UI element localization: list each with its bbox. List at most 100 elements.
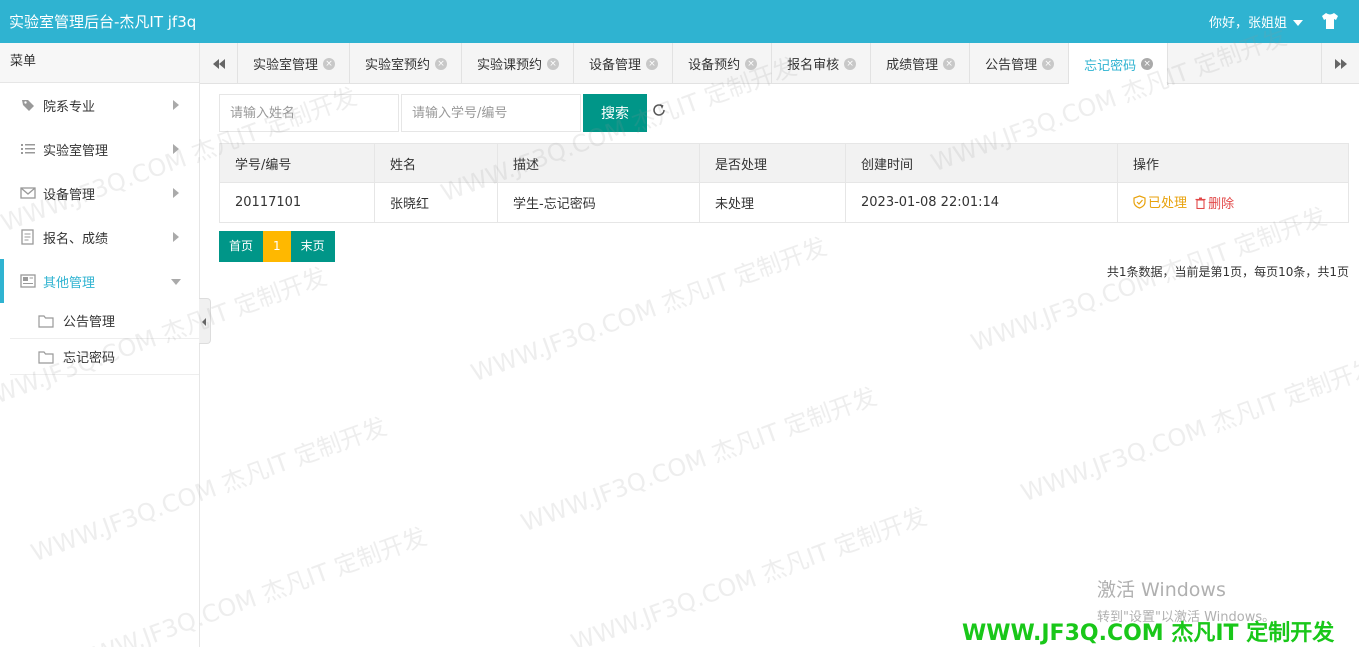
close-icon[interactable]: × <box>323 57 336 70</box>
tab-label: 实验课预约 <box>477 58 543 73</box>
tab-label: 成绩管理 <box>886 58 939 73</box>
shield-check-icon <box>1133 195 1146 209</box>
column-header: 操作 <box>1117 143 1349 183</box>
tab-label: 设备管理 <box>589 58 642 73</box>
delete-button[interactable]: 删除 <box>1195 193 1234 212</box>
pagination: 首页 1 末页 <box>219 231 335 262</box>
tab-bar: 实验室管理 × 实验室预约 × 实验课预约 × 设备管理 × 设备预约 × 报名审核 × 成… <box>200 43 1359 85</box>
tab-grade-management[interactable]: 成绩管理 × <box>871 43 971 84</box>
cell-name: 张晓红 <box>374 182 498 223</box>
tab-label: 报名审核 <box>787 58 840 73</box>
refresh-icon[interactable] <box>651 102 667 118</box>
close-icon[interactable]: × <box>943 57 956 70</box>
column-header: 是否处理 <box>699 143 846 183</box>
chevron-right-icon <box>173 232 179 242</box>
close-icon[interactable]: × <box>844 57 857 70</box>
tab-forgot-password[interactable]: 忘记密码 × <box>1069 43 1169 85</box>
cell-actions: 已处理 删除 <box>1117 182 1349 223</box>
chevron-down-icon <box>171 279 181 285</box>
theme-shirt-icon[interactable] <box>1319 11 1341 31</box>
tab-scroll-right-button[interactable] <box>1321 43 1359 84</box>
first-page-button[interactable]: 首页 <box>219 231 264 262</box>
chevron-right-icon <box>173 100 179 110</box>
sidebar-item-departments[interactable]: 院系专业 <box>0 83 199 127</box>
sidebar-item-label: 其他管理 <box>43 275 96 291</box>
tab-lab-management[interactable]: 实验室管理 × <box>238 43 351 84</box>
sidebar-item-equipment[interactable]: 设备管理 <box>0 171 199 215</box>
close-icon[interactable]: × <box>646 57 659 70</box>
trash-icon <box>1195 197 1206 209</box>
last-page-button[interactable]: 末页 <box>290 231 335 262</box>
tab-label: 忘记密码 <box>1084 58 1137 74</box>
close-icon[interactable]: × <box>745 57 758 70</box>
sidebar-subitem-label: 公告管理 <box>63 315 116 330</box>
folder-icon <box>38 314 54 328</box>
sidebar-item-label: 报名、成绩 <box>43 231 109 247</box>
close-icon[interactable]: × <box>1042 57 1055 70</box>
brand-banner: WWW.JF3Q.COM 杰凡IT 定制开发 <box>962 621 1335 646</box>
table-header-row: 学号/编号 姓名 描述 是否处理 创建时间 操作 <box>219 143 1349 183</box>
tab-equipment-reservation[interactable]: 设备预约 × <box>673 43 773 84</box>
current-page-button[interactable]: 1 <box>263 231 291 262</box>
table-row: 20117101 张晓红 学生-忘记密码 未处理 2023-01-08 22:0… <box>219 182 1349 223</box>
tab-class-reservation[interactable]: 实验课预约 × <box>462 43 575 84</box>
pagination-summary: 共1条数据，当前是第1页，每页10条，共1页 <box>1106 265 1349 279</box>
tab-label: 公告管理 <box>985 58 1038 73</box>
column-header: 姓名 <box>374 143 498 183</box>
folder-icon <box>38 350 54 364</box>
sidebar-menu-title: 菜单 <box>0 43 199 83</box>
cell-description: 学生-忘记密码 <box>497 182 700 223</box>
close-icon[interactable]: × <box>1141 58 1154 70</box>
tab-registration-review[interactable]: 报名审核 × <box>772 43 872 84</box>
chevron-down-icon <box>1293 19 1303 26</box>
sidebar-item-other[interactable]: 其他管理 <box>0 259 199 303</box>
list-icon <box>21 144 35 154</box>
data-table: 学号/编号 姓名 描述 是否处理 创建时间 操作 20117101 张晓红 学生… <box>219 143 1349 223</box>
column-header: 创建时间 <box>845 143 1118 183</box>
cell-status: 未处理 <box>699 182 846 223</box>
column-header: 学号/编号 <box>219 143 375 183</box>
search-button[interactable]: 搜索 <box>583 94 647 132</box>
close-icon[interactable]: × <box>435 57 448 70</box>
tab-list: 实验室管理 × 实验室预约 × 实验课预约 × 设备管理 × 设备预约 × 报名审核 × 成… <box>238 43 1169 85</box>
id-search-input[interactable] <box>401 94 581 132</box>
document-icon <box>21 229 34 245</box>
name-search-input[interactable] <box>219 94 399 132</box>
mail-icon <box>20 187 36 199</box>
tab-lab-reservation[interactable]: 实验室预约 × <box>350 43 463 84</box>
tab-label: 实验室预约 <box>365 58 431 73</box>
sidebar-item-registration[interactable]: 报名、成绩 <box>0 215 199 259</box>
activation-title: 激活 Windows <box>1097 579 1226 601</box>
tab-announcements[interactable]: 公告管理 × <box>970 43 1070 84</box>
column-header: 描述 <box>497 143 700 183</box>
user-menu[interactable]: 你好，张姐姐 <box>1209 12 1303 31</box>
top-header: 实验室管理后台-杰凡IT jf3q 你好，张姐姐 <box>0 0 1359 43</box>
tab-label: 设备预约 <box>688 58 741 73</box>
cell-id: 20117101 <box>219 182 375 223</box>
sidebar-item-label: 院系专业 <box>43 99 96 115</box>
chevron-right-icon <box>173 144 179 154</box>
sidebar-item-label: 实验室管理 <box>43 143 109 159</box>
user-greeting: 你好，张姐姐 <box>1208 16 1287 31</box>
tab-scroll-left-button[interactable] <box>200 43 238 84</box>
double-chevron-left-icon <box>212 58 225 69</box>
newspaper-icon <box>20 274 36 288</box>
chevron-right-icon <box>173 188 179 198</box>
app-title: 实验室管理后台-杰凡IT jf3q <box>9 13 197 31</box>
tab-equipment-management[interactable]: 设备管理 × <box>574 43 674 84</box>
sidebar-subitem-forgot-password[interactable]: 忘记密码 <box>10 339 199 375</box>
mark-processed-button[interactable]: 已处理 <box>1133 192 1187 211</box>
sidebar-subitem-label: 忘记密码 <box>63 351 116 366</box>
delete-label: 删除 <box>1208 197 1235 213</box>
close-icon[interactable]: × <box>547 57 560 70</box>
cell-created: 2023-01-08 22:01:14 <box>845 182 1118 223</box>
tab-label: 实验室管理 <box>253 58 319 73</box>
tag-icon <box>22 100 34 111</box>
sidebar-item-label: 设备管理 <box>43 187 96 203</box>
mark-processed-label: 已处理 <box>1148 196 1188 212</box>
sidebar: 菜单 院系专业 实验室管理 设备管理 报名、成绩 其他管理 公告管理 忘记密码 <box>0 43 200 647</box>
sidebar-item-lab-management[interactable]: 实验室管理 <box>0 127 199 171</box>
double-chevron-right-icon <box>1334 58 1347 69</box>
main-content: 搜索 学号/编号 姓名 描述 是否处理 创建时间 操作 20117101 张晓红… <box>200 84 1359 647</box>
sidebar-subitem-announcements[interactable]: 公告管理 <box>10 303 199 339</box>
